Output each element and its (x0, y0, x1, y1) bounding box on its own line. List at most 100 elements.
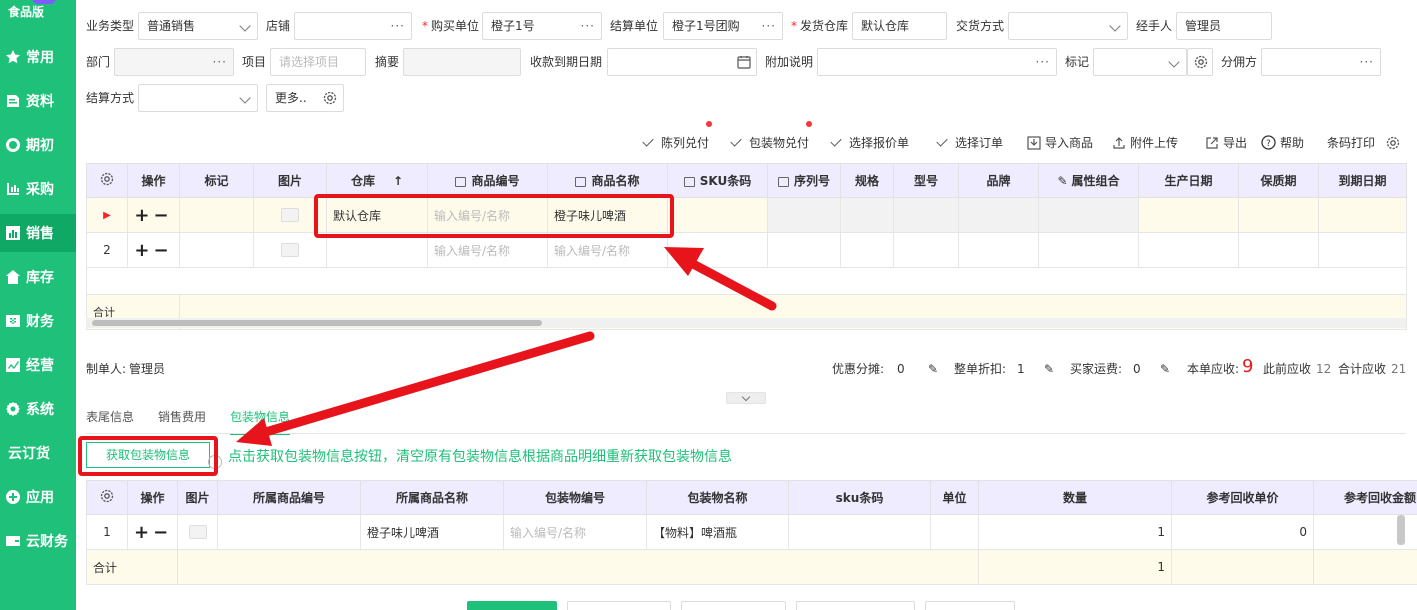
cell-image[interactable] (253, 232, 327, 268)
edit-icon[interactable]: ✎ (1160, 361, 1170, 377)
col-serial-label: 序列号 (793, 174, 830, 188)
cell-quantity[interactable]: 1 (978, 514, 1172, 550)
cell-image[interactable] (177, 514, 218, 550)
store-label: 店铺 (266, 19, 291, 33)
handler-picker[interactable]: 管理员 (1176, 12, 1272, 40)
column-settings-header[interactable] (86, 480, 128, 515)
cell-expiry[interactable] (1318, 197, 1407, 233)
edit-icon[interactable]: ✎ (1044, 361, 1054, 377)
cell-tag[interactable] (179, 232, 254, 268)
horizontal-scrollbar[interactable] (86, 318, 1406, 328)
sidebar-item-data[interactable]: 资料 (0, 82, 76, 120)
import-goods-button[interactable]: 导入商品 (1027, 134, 1093, 151)
sidebar-item-common[interactable]: 常用 (0, 38, 76, 76)
edit-icon[interactable]: ✎ (928, 361, 938, 377)
row-number: 2 (86, 232, 128, 268)
cell-spec (840, 197, 894, 233)
add-remove-icon[interactable]: +− (134, 205, 172, 226)
col-shelf-life: 保质期 (1238, 163, 1319, 198)
summary-input[interactable] (403, 48, 521, 76)
help-button[interactable]: ? 帮助 (1261, 134, 1304, 151)
cell-shelf-life[interactable] (1238, 232, 1319, 268)
table-row[interactable]: 2 +− 输入编号/名称 输入编号/名称 (86, 232, 1407, 268)
tab-footer-info[interactable]: 表尾信息 (86, 408, 134, 435)
cell-mfg-date[interactable] (1138, 232, 1239, 268)
cell-sku[interactable] (667, 232, 768, 268)
sidebar-item-operation[interactable]: 经营 (0, 346, 76, 384)
save-button[interactable] (467, 601, 557, 610)
project-picker[interactable]: 请选择项目 (270, 48, 366, 76)
tag-select[interactable] (1093, 48, 1187, 76)
package-payment-button[interactable]: 包装物兑付 (730, 134, 809, 151)
display-payment-button[interactable]: 陈列兑付 (642, 134, 709, 151)
biz-type-select[interactable]: 普通销售 (138, 12, 258, 40)
cell-package-name[interactable]: 【物料】啤酒瓶 (646, 514, 789, 550)
action-button[interactable] (925, 601, 1015, 610)
add-remove-icon[interactable]: +− (134, 522, 172, 543)
sidebar-item-cloud-order[interactable]: 云订货 (0, 434, 76, 472)
cell-attr[interactable] (1038, 232, 1139, 268)
cell-owner-product-name[interactable]: 橙子味儿啤酒 (360, 514, 504, 550)
sidebar-item-purchase[interactable]: 采购 (0, 170, 76, 208)
cell-package-code[interactable]: 输入编号/名称 (503, 514, 647, 550)
cell-ref-price[interactable]: 0 (1171, 514, 1314, 550)
cell-serial[interactable] (767, 232, 841, 268)
export-button[interactable]: 导出 (1205, 134, 1247, 151)
select-quote-button[interactable]: 选择报价单 (830, 134, 909, 151)
cell-spec[interactable] (840, 232, 894, 268)
extra-note-input[interactable]: ··· (817, 48, 1057, 76)
sidebar-item-system[interactable]: 系统 (0, 390, 76, 428)
action-button[interactable] (567, 601, 671, 610)
action-button[interactable] (681, 601, 786, 610)
action-button[interactable] (796, 601, 915, 610)
cell-sku[interactable] (667, 197, 768, 233)
barcode-print-button[interactable]: 条码打印 (1327, 134, 1401, 151)
cell-model[interactable] (893, 232, 959, 268)
settle-method-select[interactable] (138, 84, 258, 112)
cell-owner-product-code[interactable] (217, 514, 361, 550)
row-ops[interactable]: +− (127, 232, 180, 268)
settle-unit-picker[interactable]: 橙子1号团购 ··· (663, 12, 783, 40)
tag-settings-button[interactable] (1187, 48, 1213, 76)
scrollbar-thumb[interactable] (92, 320, 542, 326)
sidebar-item-label: 系统 (26, 402, 54, 418)
upload-attachment-button[interactable]: 附件上传 (1112, 134, 1178, 151)
table-row[interactable]: ▶ +− 默认仓库 输入编号/名称 橙子味儿啤酒 (86, 197, 1407, 233)
freight-value: 0 (1133, 362, 1141, 376)
cell-unit[interactable] (930, 514, 979, 550)
delivery-select[interactable] (1008, 12, 1128, 40)
select-order-button[interactable]: 选择订单 (936, 134, 1003, 151)
vertical-scrollbar[interactable] (1397, 515, 1405, 545)
store-picker[interactable]: ··· (294, 12, 412, 40)
sidebar-item-sales[interactable]: 销售 (0, 214, 76, 252)
cell-sku[interactable] (788, 514, 931, 550)
buyer-picker[interactable]: 橙子1号 ··· (482, 12, 602, 40)
row-ops[interactable]: +− (127, 197, 180, 233)
goods-table: 操作 标记 图片 仓库 ↑ 商品编号 商品名称 SKU条码 序列号 规格 型号 品… (86, 163, 1407, 330)
row-ops[interactable]: +− (127, 514, 178, 550)
cell-brand[interactable] (958, 232, 1039, 268)
tab-packaging-info[interactable]: 包装物信息 (230, 408, 291, 435)
table-row[interactable]: 1 +− 橙子味儿啤酒 输入编号/名称 【物料】啤酒瓶 1 0 0 (86, 514, 1417, 550)
sidebar-item-apps[interactable]: 应用 (0, 478, 76, 516)
add-remove-icon[interactable]: +− (134, 240, 172, 261)
col-warehouse[interactable]: 仓库 ↑ (326, 163, 428, 198)
sidebar-item-stock[interactable]: 库存 (0, 258, 76, 296)
tab-sales-expense[interactable]: 销售费用 (158, 408, 206, 435)
column-settings-header[interactable] (86, 163, 128, 198)
cell-mfg-date[interactable] (1138, 197, 1239, 233)
collapse-toggle[interactable] (726, 392, 766, 404)
packaging-hint: i 点击获取包装物信息按钮，清空原有包装物信息根据商品明细重新获取包装物信息 (208, 446, 732, 469)
cell-expiry[interactable] (1318, 232, 1407, 268)
commission-picker[interactable]: ··· (1261, 48, 1381, 76)
cell-shelf-life[interactable] (1238, 197, 1319, 233)
cell-tag[interactable] (179, 197, 254, 233)
sidebar-item-cloud-finance[interactable]: 云财务 (0, 522, 76, 560)
more-button[interactable]: 更多.. (266, 84, 344, 112)
dept-picker[interactable]: ··· (114, 48, 234, 76)
sidebar-item-initial[interactable]: 期初 (0, 126, 76, 164)
sidebar-item-finance[interactable]: 财务 (0, 302, 76, 340)
due-date-picker[interactable] (607, 48, 757, 76)
warehouse-picker[interactable]: 默认仓库 (852, 12, 947, 40)
total-row: 合计 1 0 (86, 549, 1417, 585)
